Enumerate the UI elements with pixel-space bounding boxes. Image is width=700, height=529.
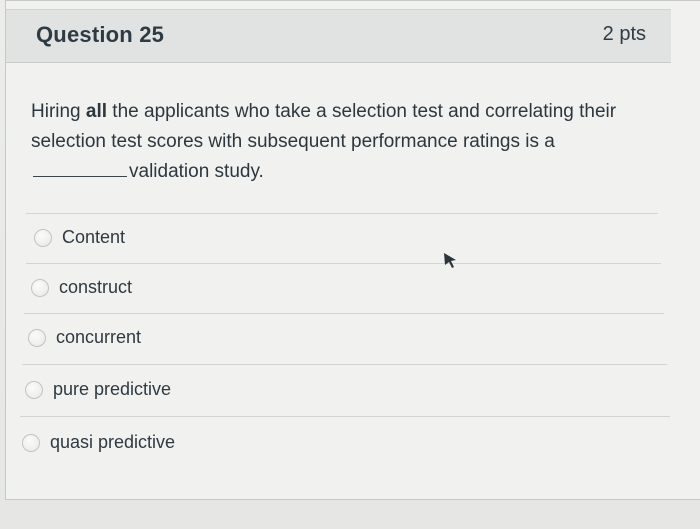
answer-label: Content bbox=[62, 227, 126, 247]
answer-divider bbox=[20, 416, 670, 417]
answer-divider bbox=[26, 263, 661, 264]
mouse-pointer-icon bbox=[444, 253, 456, 268]
prompt-text-start: Hiring bbox=[31, 101, 86, 122]
answer-label: quasi predictive bbox=[50, 432, 176, 452]
answer-divider bbox=[24, 313, 664, 314]
radio-button[interactable] bbox=[31, 278, 49, 297]
question-card: Question 25 2 pts Hiring all the applica… bbox=[5, 0, 700, 500]
answer-divider bbox=[22, 364, 667, 365]
answer-option-content[interactable]: Content bbox=[34, 227, 125, 248]
radio-button[interactable] bbox=[22, 433, 40, 452]
radio-button[interactable] bbox=[34, 228, 52, 247]
prompt-text-end: validation study. bbox=[129, 161, 264, 182]
answer-label: pure predictive bbox=[53, 379, 172, 399]
prompt-text-middle: the applicants who take a selection test… bbox=[31, 101, 617, 152]
prompt-emphasis: all bbox=[85, 101, 108, 122]
question-points: 2 pts bbox=[602, 23, 646, 45]
answer-label: construct bbox=[59, 277, 133, 297]
question-header: Question 25 2 pts bbox=[6, 9, 671, 63]
answer-option-concurrent[interactable]: concurrent bbox=[28, 327, 141, 348]
radio-button[interactable] bbox=[25, 380, 43, 399]
answer-option-pure-predictive[interactable]: pure predictive bbox=[25, 379, 171, 400]
question-prompt: Hiring all the applicants who take a sel… bbox=[31, 97, 631, 187]
radio-button[interactable] bbox=[28, 328, 46, 347]
answer-label: concurrent bbox=[56, 327, 142, 347]
question-title: Question 25 bbox=[36, 22, 165, 47]
answer-option-quasi-predictive[interactable]: quasi predictive bbox=[22, 432, 175, 453]
quiz-page: Question 25 2 pts Hiring all the applica… bbox=[0, 0, 700, 529]
answer-divider bbox=[26, 213, 658, 214]
answer-option-construct[interactable]: construct bbox=[31, 277, 132, 298]
fill-in-blank bbox=[33, 158, 127, 177]
